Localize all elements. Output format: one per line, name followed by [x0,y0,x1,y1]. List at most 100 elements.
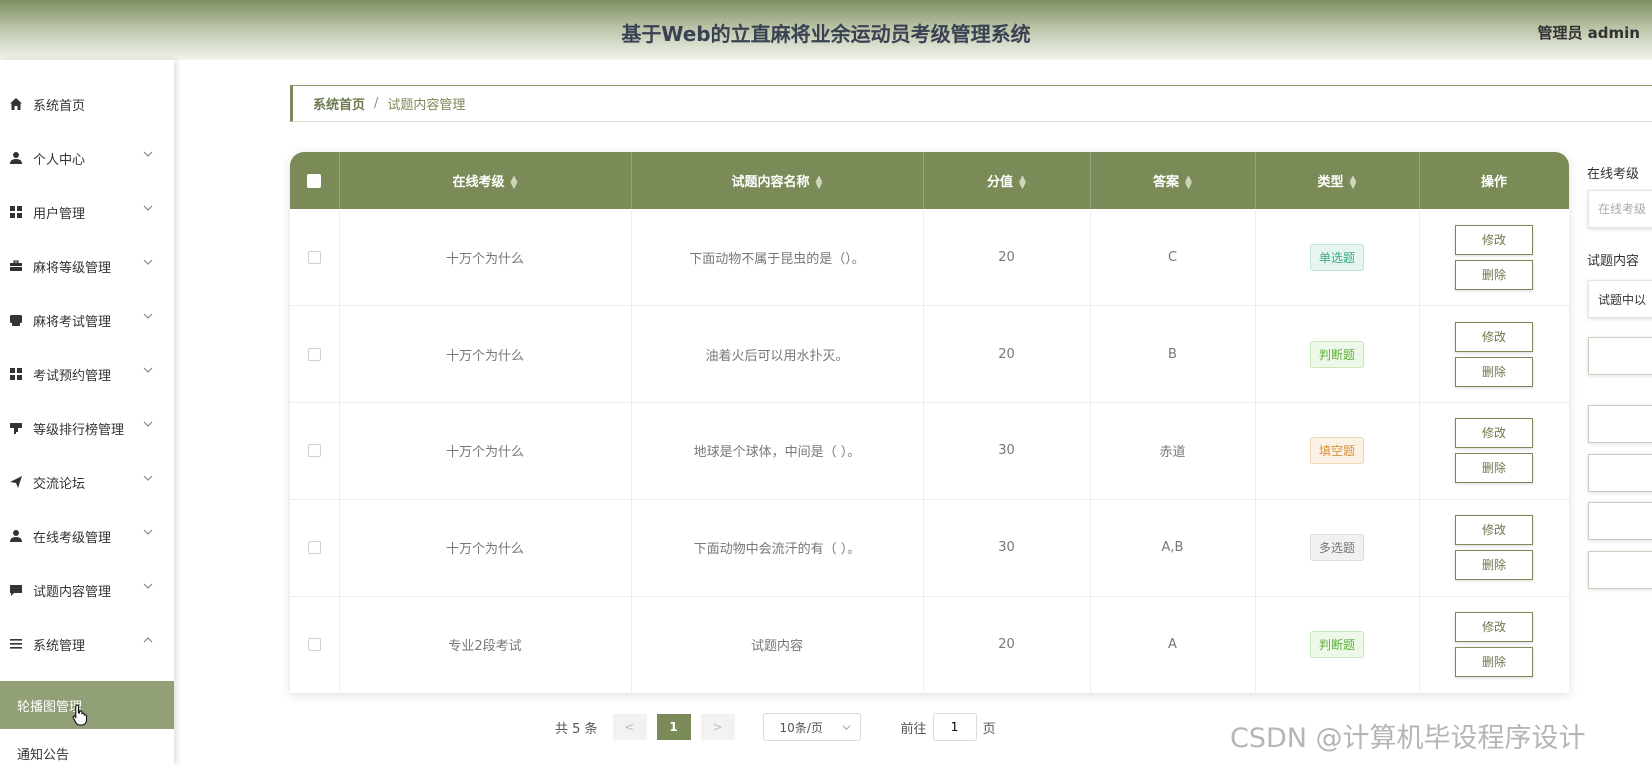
page-number-button[interactable]: 1 [656,714,691,740]
table-row: 十万个为什么 地球是个球体，中间是（ ）。 30 赤道 填空题 修改 删除 [290,402,1569,500]
table-row: 十万个为什么 下面动物不属于昆虫的是（）。 20 C 单选题 修改 删除 [290,209,1569,307]
delete-button[interactable]: 删除 [1455,453,1533,484]
chevron-down-icon [143,583,153,589]
sidebar-item-users[interactable]: 用户管理 [0,185,174,239]
page-size-value: 10条/页 [779,720,823,735]
sidebar-item-exam-booking[interactable]: 考试预约管理 [0,347,174,401]
column-header-answer[interactable]: 答案 ▲ ▼ [1090,152,1256,209]
delete-button[interactable]: 删除 [1455,259,1533,290]
row-checkbox[interactable] [307,347,321,361]
goto-page-input[interactable] [932,713,977,741]
chevron-down-icon [143,205,153,211]
cell-answer: C [1090,209,1256,307]
select-all-cell[interactable] [290,152,340,209]
cell-score: 20 [923,305,1091,404]
add-button[interactable]: 新 [1588,405,1652,443]
total-count: 共 5 条 [555,721,598,737]
column-header-type[interactable]: 类型 ▲ ▼ [1255,152,1420,209]
sidebar-item-label: 系统管理 [33,638,86,654]
sidebar-item-question-content[interactable]: 试题内容管理 [0,563,174,617]
chat-icon [8,582,24,598]
sidebar-item-mahjong-exams[interactable]: 麻将考试管理 [0,293,174,347]
cell-answer: 赤道 [1090,402,1256,500]
sidebar-item-leaderboard[interactable]: 等级排行榜管理 [0,401,174,455]
sidebar-item-online-exam[interactable]: 在线考级管理 [0,509,174,563]
content-filter-input[interactable] [1588,280,1652,318]
cell-question: 下面动物中会流汗的有（ ）。 [631,499,924,597]
table-row: 十万个为什么 下面动物中会流汗的有（ ）。 30 A,B 多选题 修改 删除 [290,499,1569,597]
sort-icon[interactable]: ▲ ▼ [1019,174,1026,190]
chevron-down-icon [143,367,153,373]
cell-score: 30 [923,402,1091,500]
chevron-down-icon [143,421,153,427]
row-checkbox[interactable] [307,444,321,458]
column-header-score[interactable]: 分值 ▲ ▼ [923,152,1091,209]
edit-button[interactable]: 修改 [1455,418,1533,449]
edit-button[interactable]: 修改 [1455,224,1533,255]
type-tag: 多选题 [1309,534,1364,562]
row-checkbox[interactable] [307,250,321,264]
chevron-down-icon [841,725,851,731]
breadcrumb-separator: / [374,96,379,111]
batch-button[interactable]: 批 [1588,551,1652,589]
send-icon [8,474,24,490]
column-header-exam[interactable]: 在线考级 ▲ ▼ [339,152,632,209]
chevron-down-icon [143,259,153,265]
delete-button[interactable]: 删除 [1455,550,1533,581]
cell-exam: 十万个为什么 [339,499,632,597]
sidebar-item-home[interactable]: 系统首页 [0,77,174,131]
exam-filter-label: 在线考级 [1587,167,1640,182]
type-tag: 单选题 [1309,243,1364,271]
list-icon [8,636,24,652]
sort-icon[interactable]: ▲ ▼ [511,174,518,190]
sidebar-item-forum[interactable]: 交流论坛 [0,455,174,509]
sidebar-subitem-notice[interactable]: 通知公告 [0,729,174,765]
prev-page-button[interactable]: < [612,714,647,740]
cell-exam: 十万个为什么 [339,305,632,404]
grid-icon [8,204,24,220]
table-row: 专业2段考试 试题内容 20 A 判断题 修改 删除 [290,596,1569,693]
printer-icon [8,312,24,328]
goto-suffix: 页 [982,721,996,737]
sidebar-item-system[interactable]: 系统管理 [0,617,174,671]
delete-button[interactable]: 删除 [1455,647,1533,678]
column-header-actions: 操作 [1419,152,1569,209]
import-button[interactable]: 导 [1588,502,1652,540]
sidebar-item-label: 用户管理 [33,206,86,222]
next-page-button[interactable]: > [700,714,735,740]
chevron-down-icon [143,475,153,481]
sidebar-item-label: 试题内容管理 [33,584,112,600]
row-checkbox[interactable] [307,638,321,652]
sort-icon[interactable]: ▲ ▼ [816,174,823,190]
current-user[interactable]: 管理员 admin [1537,22,1640,43]
sort-icon[interactable]: ▲ ▼ [1185,174,1192,190]
pagination: 共 5 条 < 1 > 10条/页 前往 页 [555,713,996,741]
hand-cursor-icon [72,704,88,726]
type-tag: 判断题 [1309,631,1364,659]
batch-delete-button[interactable]: 删 [1588,454,1652,492]
edit-button[interactable]: 修改 [1455,612,1533,643]
cell-question: 地球是个球体，中间是（ ）。 [631,402,924,500]
breadcrumb-home[interactable]: 系统首页 [313,94,365,113]
column-header-question[interactable]: 试题内容名称 ▲ ▼ [631,152,924,209]
cell-answer: B [1090,305,1256,404]
briefcase-icon [8,258,24,274]
home-icon [8,96,24,112]
row-checkbox[interactable] [307,541,321,555]
edit-button[interactable]: 修改 [1455,321,1533,352]
edit-button[interactable]: 修改 [1455,515,1533,546]
sidebar-item-label: 个人中心 [33,152,86,168]
type-tag: 填空题 [1309,437,1364,465]
grid-icon [8,366,24,382]
sort-icon[interactable]: ▲ ▼ [1350,174,1357,190]
delete-button[interactable]: 删除 [1455,356,1533,387]
select-all-checkbox[interactable] [307,173,322,188]
page-size-select[interactable]: 10条/页 [762,713,861,741]
watermark: CSDN @计算机毕设程序设计 [1230,723,1586,754]
sidebar-item-label: 麻将考试管理 [33,314,112,330]
sidebar-item-profile[interactable]: 个人中心 [0,131,174,185]
search-button[interactable]: 查 [1588,337,1652,375]
exam-filter-input[interactable] [1588,190,1652,228]
type-tag: 判断题 [1309,340,1364,368]
sidebar-item-mahjong-levels[interactable]: 麻将等级管理 [0,239,174,293]
